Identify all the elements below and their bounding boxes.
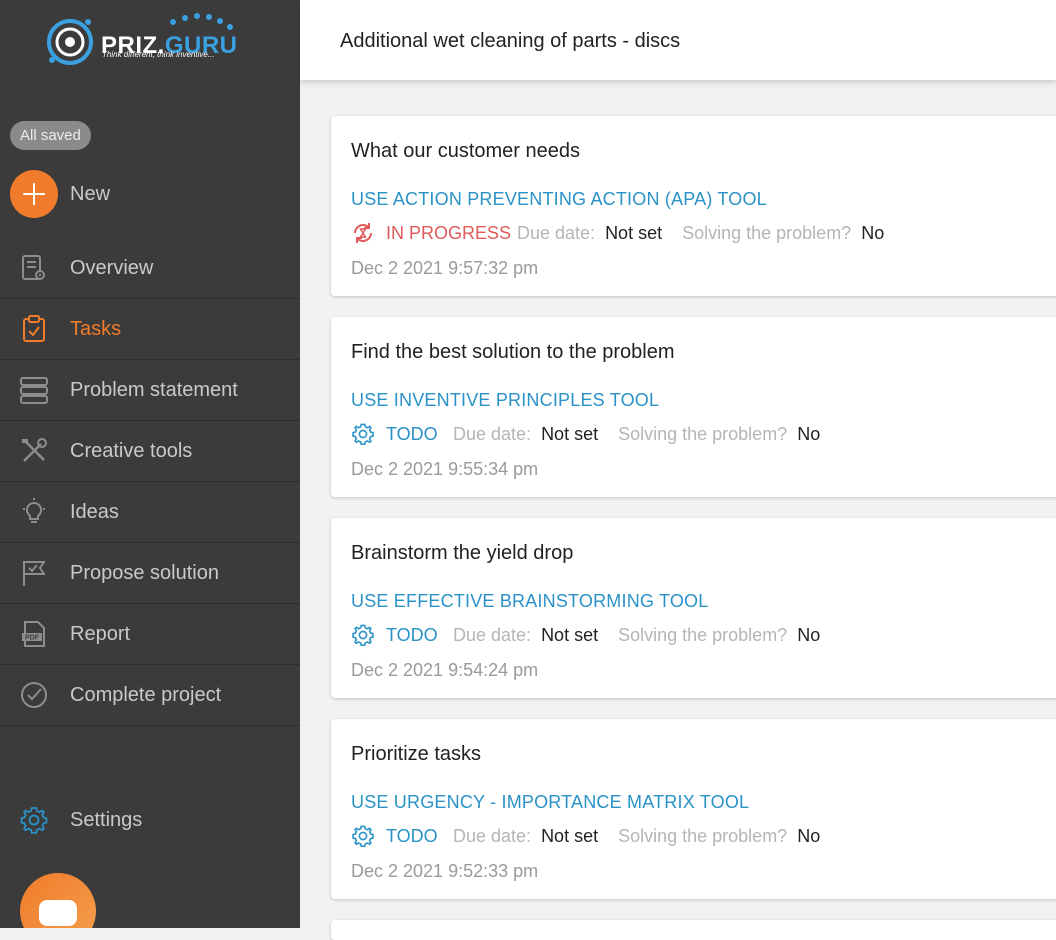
task-meta: TODO Due date: Not set Solving the probl… xyxy=(351,422,1051,446)
due-date-label: Due date: xyxy=(453,625,532,645)
pdf-icon: PDF xyxy=(22,621,45,647)
due-date-label: Due date: xyxy=(453,826,532,846)
task-status: TODO xyxy=(386,424,438,444)
solving-value: No xyxy=(797,826,821,846)
gear-icon xyxy=(20,807,48,834)
task-card-partial[interactable] xyxy=(331,920,1056,940)
gear-icon xyxy=(352,825,374,848)
sidebar-item-overview[interactable]: Overview xyxy=(0,238,300,299)
stack-icon xyxy=(20,377,48,404)
in-progress-icon xyxy=(354,223,372,243)
task-status: IN PROGRESS xyxy=(386,223,512,243)
task-details: Due date: Not set Solving the problem? N… xyxy=(453,424,820,445)
logo-tagline: Think different, think inventive... xyxy=(102,50,215,59)
solving-value: No xyxy=(797,424,821,444)
sidebar-item-label: Creative tools xyxy=(70,440,193,462)
svg-text:PDF: PDF xyxy=(25,635,40,642)
task-title: Brainstorm the yield drop xyxy=(351,542,574,564)
task-meta: IN PROGRESS Due date: Not set Solving th… xyxy=(351,221,1051,245)
task-details: Due date: Not set Solving the problem? N… xyxy=(517,223,884,244)
sidebar-item-tasks[interactable]: Tasks xyxy=(0,299,300,360)
task-date: Dec 2 2021 9:52:33 pm xyxy=(351,861,539,881)
solving-label: Solving the problem? xyxy=(618,826,788,846)
task-date: Dec 2 2021 9:57:32 pm xyxy=(351,258,539,278)
sidebar-item-creative-tools[interactable]: Creative tools xyxy=(0,421,300,482)
tools-icon xyxy=(22,438,47,462)
solving-label: Solving the problem? xyxy=(618,625,788,645)
sidebar-item-settings[interactable]: Settings xyxy=(0,790,300,850)
logo-eye-icon xyxy=(47,19,93,65)
lightbulb-icon xyxy=(23,498,45,523)
task-title: What our customer needs xyxy=(351,140,580,162)
logo-dots-icon xyxy=(170,13,233,30)
plus-icon xyxy=(10,170,58,218)
sidebar-nav: Overview Tasks Problem statement Creativ… xyxy=(0,238,300,726)
sidebar-item-ideas[interactable]: Ideas xyxy=(0,482,300,543)
sidebar-item-label: Report xyxy=(70,623,131,645)
solving-label: Solving the problem? xyxy=(682,223,852,243)
sidebar-item-problem-statement[interactable]: Problem statement xyxy=(0,360,300,421)
sidebar-item-label: Overview xyxy=(70,257,154,279)
sidebar-item-label: Problem statement xyxy=(70,379,238,401)
gear-icon xyxy=(352,423,374,446)
task-card[interactable]: What our customer needs USE ACTION PREVE… xyxy=(331,116,1056,296)
due-date-value: Not set xyxy=(605,223,663,243)
solving-value: No xyxy=(861,223,885,243)
task-details: Due date: Not set Solving the problem? N… xyxy=(453,625,820,646)
task-title: Find the best solution to the problem xyxy=(351,341,675,363)
sidebar: PRIZ.GURU Think different, think inventi… xyxy=(0,0,300,928)
due-date-label: Due date: xyxy=(453,424,532,444)
priz-guru-logo[interactable]: PRIZ.GURU Think different, think inventi… xyxy=(40,12,270,68)
page-title: Additional wet cleaning of parts - discs xyxy=(340,30,681,52)
task-meta: TODO Due date: Not set Solving the probl… xyxy=(351,824,1051,848)
chat-button[interactable] xyxy=(20,873,96,928)
task-details: Due date: Not set Solving the problem? N… xyxy=(453,826,820,847)
due-date-value: Not set xyxy=(541,826,599,846)
new-label: New xyxy=(70,183,111,205)
sidebar-item-label: Complete project xyxy=(70,684,222,706)
task-title: Prioritize tasks xyxy=(351,743,482,765)
sidebar-item-label: Propose solution xyxy=(70,562,219,584)
task-tool-link[interactable]: USE URGENCY - IMPORTANCE MATRIX TOOL xyxy=(351,792,749,813)
clipboard-check-icon xyxy=(23,315,45,342)
overview-icon xyxy=(22,255,45,280)
solving-value: No xyxy=(797,625,821,645)
task-status: TODO xyxy=(386,826,438,846)
header-bar: Additional wet cleaning of parts - discs xyxy=(300,0,1056,80)
sidebar-item-propose-solution[interactable]: Propose solution xyxy=(0,543,300,604)
chat-bubble-icon xyxy=(39,900,77,926)
task-date: Dec 2 2021 9:55:34 pm xyxy=(351,459,539,479)
task-card[interactable]: Brainstorm the yield drop USE EFFECTIVE … xyxy=(331,518,1056,698)
task-meta: TODO Due date: Not set Solving the probl… xyxy=(351,623,1051,647)
sidebar-item-report[interactable]: PDF Report xyxy=(0,604,300,665)
sidebar-item-complete-project[interactable]: Complete project xyxy=(0,665,300,726)
settings-label: Settings xyxy=(70,809,143,831)
sidebar-item-label: Ideas xyxy=(70,501,119,523)
gear-icon xyxy=(352,624,374,647)
task-card[interactable]: Find the best solution to the problem US… xyxy=(331,317,1056,497)
task-tool-link[interactable]: USE INVENTIVE PRINCIPLES TOOL xyxy=(351,390,659,411)
check-circle-icon xyxy=(21,682,47,708)
due-date-label: Due date: xyxy=(517,223,596,243)
save-status-badge: All saved xyxy=(10,121,91,150)
task-card[interactable]: Prioritize tasks USE URGENCY - IMPORTANC… xyxy=(331,719,1056,899)
task-date: Dec 2 2021 9:54:24 pm xyxy=(351,660,539,680)
task-tool-link[interactable]: USE ACTION PREVENTING ACTION (APA) TOOL xyxy=(351,189,767,210)
sidebar-item-label: Tasks xyxy=(70,318,122,340)
new-button[interactable]: New xyxy=(10,170,290,218)
flag-icon xyxy=(23,561,46,586)
due-date-value: Not set xyxy=(541,424,599,444)
task-status: TODO xyxy=(386,625,438,645)
solving-label: Solving the problem? xyxy=(618,424,788,444)
task-tool-link[interactable]: USE EFFECTIVE BRAINSTORMING TOOL xyxy=(351,591,708,612)
due-date-value: Not set xyxy=(541,625,599,645)
